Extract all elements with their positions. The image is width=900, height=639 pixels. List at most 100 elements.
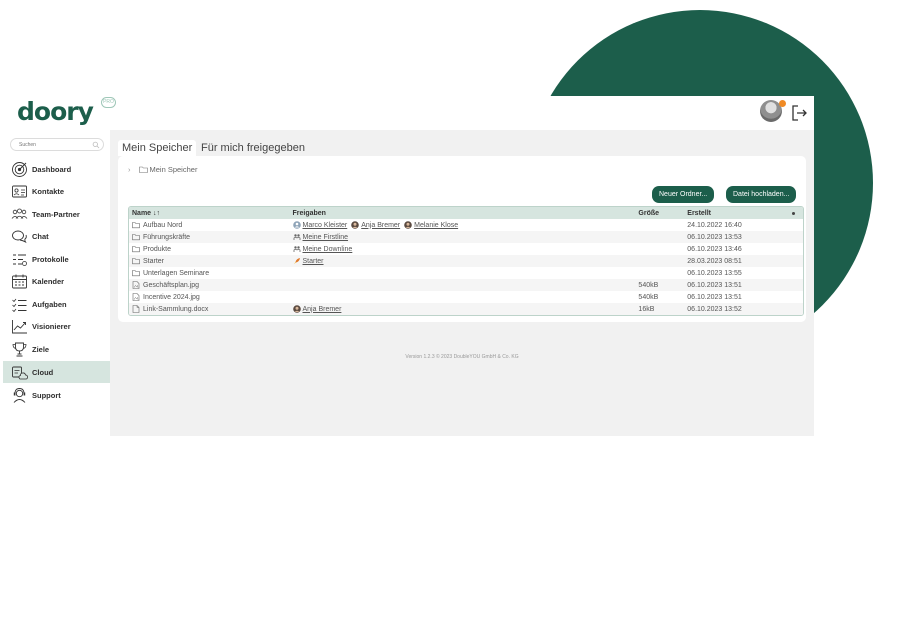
column-header-size: Größe (635, 207, 685, 219)
cell-name[interactable]: Aufbau Nord (129, 219, 290, 231)
table-row[interactable]: Führungskräfte Meine Firstline 06.10.2023 … (129, 231, 803, 243)
table-row[interactable]: Produkte Meine Downline 06.10.2023 13:46 (129, 243, 803, 255)
files-panel: › Mein Speicher Neuer Ordner... Datei ho… (118, 156, 806, 322)
cell-menu (789, 291, 803, 303)
cell-size (635, 243, 684, 255)
tab-fuer-mich-freigegeben[interactable]: Für mich freigegeben (197, 140, 309, 156)
cell-name[interactable]: Starter (129, 255, 290, 267)
cell-name[interactable]: Geschäftsplan.jpg (129, 279, 290, 291)
sidebar-item-aufgaben[interactable]: Aufgaben (3, 293, 110, 315)
logo-badge: PRO (101, 97, 116, 108)
cell-size (635, 219, 684, 231)
file-name[interactable]: Starter (143, 258, 164, 265)
folder-icon (132, 222, 140, 229)
cell-created: 06.10.2023 13:51 (684, 279, 789, 291)
breadcrumb: › Mein Speicher (128, 165, 197, 174)
logout-icon[interactable] (789, 103, 809, 123)
top-bar: doory PRO (3, 96, 814, 130)
sidebar-item-label: Protokolle (32, 254, 69, 264)
cell-shares: Marco Kleister Anja Bremer Melanie Klose (290, 219, 636, 231)
share-link[interactable]: Melanie Klose (414, 222, 458, 229)
sidebar-item-label: Dashboard (32, 164, 72, 174)
file-name[interactable]: Führungskräfte (143, 234, 190, 241)
main-content: Mein Speicher Für mich freigegeben › Mei… (110, 130, 814, 436)
cell-menu (789, 279, 803, 291)
folder-icon (132, 270, 140, 277)
cell-size (635, 231, 685, 243)
sidebar-item-visionierer[interactable]: Visionierer (3, 315, 110, 337)
image-file-icon (132, 281, 140, 289)
sidebar-item-label: Aufgaben (32, 299, 67, 309)
share-entry: Melanie Klose (404, 221, 458, 229)
cell-name[interactable]: Führungskräfte (129, 231, 290, 243)
file-name[interactable]: Link-Sammlung.docx (143, 306, 208, 313)
share-entry: Starter (293, 257, 324, 265)
sidebar-item-chat[interactable]: Chat (3, 225, 110, 247)
table-row[interactable]: Geschäftsplan.jpg 540kB 06.10.2023 13:51 (129, 279, 803, 291)
cell-created: 28.03.2023 08:51 (684, 255, 789, 267)
column-header-name[interactable]: Name ↓↑ (129, 207, 290, 219)
share-link[interactable]: Meine Firstline (303, 234, 349, 241)
support-headset-icon (13, 387, 26, 403)
cell-size (635, 255, 685, 267)
sidebar-item-label: Kalender (32, 276, 65, 286)
upload-file-button[interactable]: Datei hochladen... (726, 186, 797, 203)
cell-created: 06.10.2023 13:51 (687, 293, 742, 301)
share-link[interactable]: Meine Downline (303, 246, 353, 253)
share-link[interactable]: Anja Bremer (303, 306, 342, 313)
cell-name[interactable]: Produkte (129, 243, 290, 255)
new-folder-button[interactable]: Neuer Ordner... (652, 186, 715, 203)
cell-size (635, 267, 684, 279)
sidebar-item-kontakte[interactable]: Kontakte (3, 180, 110, 202)
file-name[interactable]: Aufbau Nord (143, 222, 182, 229)
sidebar-item-cloud[interactable]: Cloud (3, 361, 110, 383)
cell-name[interactable]: Unterlagen Seminare (129, 267, 290, 279)
cell-menu (789, 267, 803, 279)
tab-mein-speicher[interactable]: Mein Speicher (118, 140, 197, 156)
folder-icon (132, 234, 140, 241)
sidebar: Dashboard Kontakte Team-Partner Chat Pro… (3, 130, 110, 436)
sidebar-item-label: Team-Partner (32, 209, 80, 219)
sidebar-item-support[interactable]: Support (3, 384, 110, 406)
share-link[interactable]: Starter (303, 258, 324, 265)
sidebar-item-ziele[interactable]: Ziele (3, 338, 110, 360)
online-status-dot (779, 100, 786, 107)
share-link[interactable]: Anja Bremer (361, 222, 400, 229)
file-name[interactable]: Unterlagen Seminare (143, 270, 209, 277)
column-menu[interactable] (789, 207, 803, 219)
cell-shares: Anja Bremer (289, 303, 636, 315)
cell-shares: Meine Downline (290, 243, 636, 255)
target-icon (12, 161, 27, 177)
sidebar-item-team-partner[interactable]: Team-Partner (3, 203, 110, 225)
breadcrumb-item[interactable]: Mein Speicher (150, 165, 198, 174)
image-file-icon (132, 293, 140, 301)
more-dot-icon[interactable] (792, 211, 795, 215)
file-name[interactable]: Incentive 2024.jpg (143, 294, 200, 301)
table-header-row: Name ↓↑ Freigaben Größe Erstellt (129, 207, 803, 219)
table-row[interactable]: Aufbau Nord Marco Kleister Anja Bremer Mela… (129, 219, 803, 231)
people-icon (293, 234, 300, 240)
chat-icon (12, 230, 27, 243)
avatar-icon (404, 221, 412, 229)
file-name[interactable]: Geschäftsplan.jpg (143, 282, 199, 289)
column-header-share: Freigaben (289, 207, 636, 219)
cell-created: 06.10.2023 13:53 (684, 231, 789, 243)
cell-created: 06.10.2023 13:46 (687, 245, 742, 253)
search-input[interactable] (10, 138, 104, 151)
table-row[interactable]: Starter Starter 28.03.2023 08:51 (129, 255, 803, 267)
sidebar-item-label: Cloud (32, 367, 54, 377)
table-row[interactable]: Link-Sammlung.docx Anja Bremer 16kB 06.10.2… (129, 303, 803, 315)
file-name[interactable]: Produkte (143, 246, 171, 253)
share-link[interactable]: Marco Kleister (303, 222, 348, 229)
cell-name[interactable]: Link-Sammlung.docx (129, 303, 290, 315)
sidebar-item-dashboard[interactable]: Dashboard (3, 158, 110, 180)
sidebar-item-kalender[interactable]: Kalender (3, 270, 110, 292)
folder-icon (132, 246, 140, 253)
cell-name[interactable]: Incentive 2024.jpg (129, 291, 290, 303)
table-row[interactable]: Unterlagen Seminare 06.10.2023 13:55 (129, 267, 803, 279)
cell-created: 24.10.2022 16:40 (687, 221, 742, 229)
cell-menu (789, 303, 803, 315)
cell-shares (290, 267, 636, 279)
table-row[interactable]: Incentive 2024.jpg 540kB 06.10.2023 13:51 (129, 291, 803, 303)
sidebar-item-protokolle[interactable]: Protokolle (3, 248, 110, 270)
